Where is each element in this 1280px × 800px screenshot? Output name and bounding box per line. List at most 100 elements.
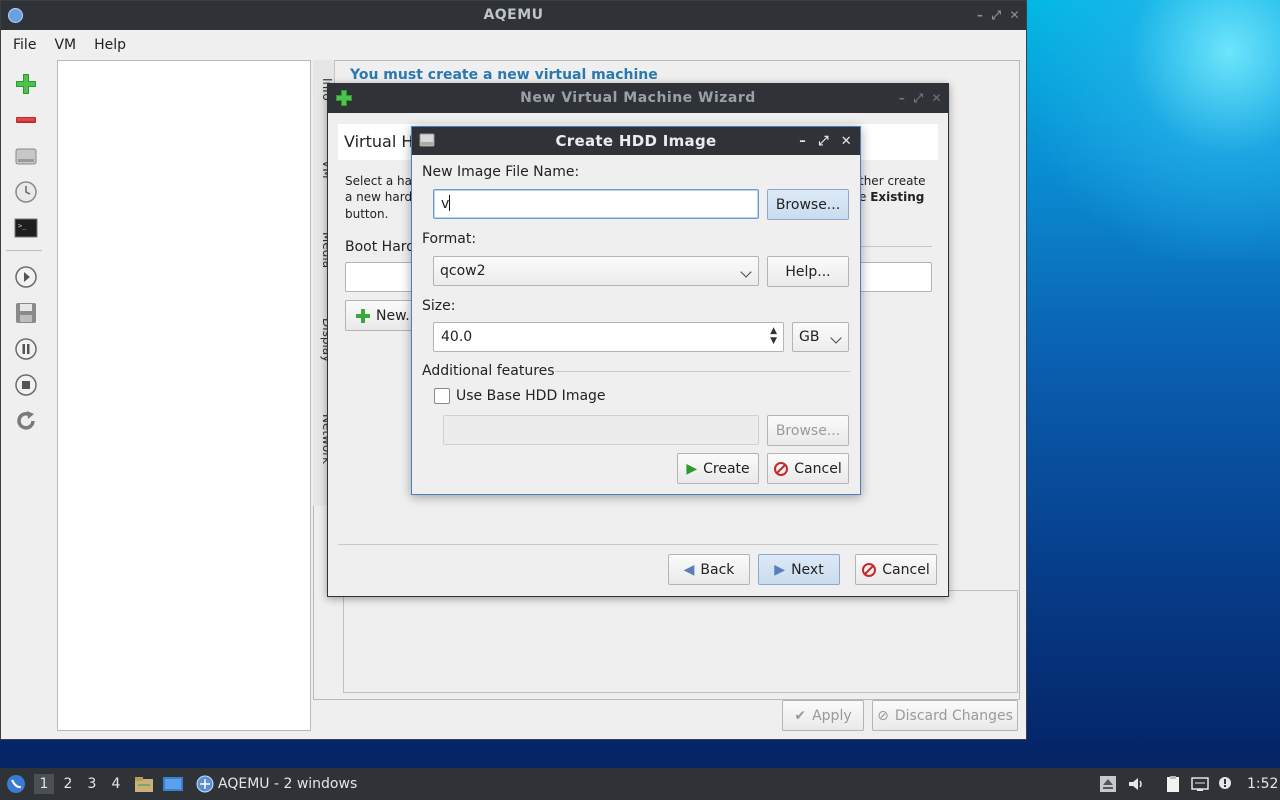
text-cursor bbox=[449, 195, 451, 211]
add-vm-icon[interactable] bbox=[12, 70, 40, 98]
wizard-minimize-icon[interactable]: – bbox=[899, 84, 906, 113]
menu-vm[interactable]: VM bbox=[48, 37, 88, 53]
main-titlebar[interactable]: AQEMU – ⤢ ✕ bbox=[1, 1, 1026, 30]
discard-changes-button[interactable]: ⊘ Discard Changes bbox=[872, 700, 1018, 731]
wizard-close-icon[interactable]: ✕ bbox=[931, 84, 942, 113]
boot-hdd-field-right[interactable] bbox=[859, 262, 932, 292]
size-spinbox[interactable]: 40.0 ▲ ▼ bbox=[433, 322, 784, 352]
taskbar: 1 2 3 4 AQEMU - 2 windows 1:52 bbox=[0, 768, 1280, 800]
close-icon[interactable]: ✕ bbox=[1009, 1, 1020, 30]
new-plus-icon bbox=[356, 308, 370, 323]
wizard-next-label: Next bbox=[791, 561, 824, 578]
browse-label: Browse... bbox=[775, 196, 841, 213]
new-hdd-button[interactable]: New... bbox=[345, 300, 420, 331]
aqemu-task-button[interactable]: AQEMU - 2 windows bbox=[218, 768, 357, 800]
size-unit-select[interactable]: GB bbox=[792, 322, 849, 352]
file-manager-icon[interactable] bbox=[134, 775, 154, 793]
pause-icon[interactable] bbox=[12, 335, 40, 363]
show-desktop-icon[interactable] bbox=[162, 775, 184, 793]
aqemu-app-icon bbox=[8, 8, 23, 23]
menu-help[interactable]: Help bbox=[88, 37, 138, 53]
maximize-icon[interactable]: ⤢ bbox=[991, 1, 1001, 30]
volume-icon[interactable] bbox=[1127, 775, 1145, 793]
clipboard-icon[interactable] bbox=[1164, 775, 1182, 793]
dialog-minimize-icon[interactable]: – bbox=[799, 128, 806, 156]
boot-hdd-label: Boot Hard bbox=[345, 239, 416, 255]
remove-vm-icon[interactable] bbox=[12, 106, 40, 134]
dialog-maximize-icon[interactable]: ⤢ bbox=[818, 128, 829, 156]
wizard-next-button[interactable]: ▶ Next bbox=[758, 554, 840, 585]
wizard-title: New Virtual Machine Wizard bbox=[520, 90, 756, 106]
toolbar-separator bbox=[6, 250, 42, 251]
hdd-icon[interactable] bbox=[12, 142, 40, 170]
browse-button[interactable]: Browse... bbox=[767, 189, 849, 220]
dialog-cancel-button[interactable]: Cancel bbox=[767, 453, 849, 484]
clock[interactable]: 1:52 bbox=[1247, 768, 1278, 800]
back-arrow-icon: ◀ bbox=[683, 561, 695, 578]
wizard-back-button[interactable]: ◀ Back bbox=[668, 554, 750, 585]
save-icon[interactable] bbox=[12, 299, 40, 327]
format-label: Format: bbox=[422, 231, 477, 247]
wizard-maximize-icon[interactable]: ⤢ bbox=[913, 84, 923, 113]
desktop-1[interactable]: 1 bbox=[34, 774, 54, 794]
task-label: AQEMU - 2 windows bbox=[218, 776, 358, 792]
next-arrow-icon: ▶ bbox=[774, 561, 786, 578]
apply-label: Apply bbox=[812, 707, 852, 724]
wizard-back-label: Back bbox=[700, 561, 735, 578]
create-vm-message: You must create a new virtual machine bbox=[350, 67, 658, 83]
use-base-hdd-label: Use Base HDD Image bbox=[456, 388, 606, 404]
boot-separator bbox=[859, 246, 932, 247]
use-base-hdd-checkbox[interactable] bbox=[434, 388, 450, 404]
desktop-background bbox=[1028, 0, 1280, 260]
unit-chevron-down-icon bbox=[830, 332, 842, 344]
format-select[interactable]: qcow2 bbox=[433, 256, 759, 286]
start-menu-icon[interactable] bbox=[6, 774, 26, 794]
dialog-title: Create HDD Image bbox=[555, 132, 717, 150]
spin-arrows-icon[interactable]: ▲ ▼ bbox=[770, 326, 777, 346]
file-name-label: New Image File Name: bbox=[422, 164, 580, 180]
svg-text:>_: >_ bbox=[18, 222, 27, 230]
clock-icon[interactable] bbox=[12, 178, 40, 206]
settings-lower-frame bbox=[343, 590, 1018, 693]
create-label: Create bbox=[703, 460, 750, 477]
network-icon[interactable] bbox=[1191, 775, 1209, 793]
desktop-4[interactable]: 4 bbox=[106, 774, 126, 794]
desktop-3[interactable]: 3 bbox=[82, 774, 102, 794]
create-button[interactable]: ▶ Create bbox=[677, 453, 759, 484]
wizard-cancel-label: Cancel bbox=[882, 561, 930, 578]
wizard-titlebar[interactable]: New Virtual Machine Wizard – ⤢ ✕ bbox=[328, 84, 948, 113]
reset-icon[interactable] bbox=[12, 407, 40, 435]
file-name-value: v bbox=[441, 196, 450, 212]
play-icon[interactable] bbox=[12, 263, 40, 291]
play-green-icon: ▶ bbox=[686, 460, 698, 477]
aqemu-task-icon bbox=[196, 775, 214, 793]
minimize-icon[interactable]: – bbox=[977, 1, 984, 30]
format-value: qcow2 bbox=[440, 263, 486, 279]
chevron-down-icon bbox=[740, 266, 752, 278]
size-label: Size: bbox=[422, 298, 456, 314]
base-hdd-path-input[interactable] bbox=[443, 415, 759, 445]
update-notifier-icon[interactable] bbox=[1217, 775, 1235, 793]
eject-icon[interactable] bbox=[1099, 775, 1117, 793]
terminal-icon[interactable]: >_ bbox=[12, 214, 40, 242]
wizard-desc-left-1: Select a har bbox=[345, 174, 417, 188]
boot-hdd-field-left[interactable] bbox=[345, 262, 415, 292]
vm-list[interactable] bbox=[57, 60, 311, 731]
desktop-2[interactable]: 2 bbox=[58, 774, 78, 794]
additional-features-label: Additional features bbox=[422, 363, 555, 379]
dialog-close-icon[interactable]: ✕ bbox=[841, 128, 852, 156]
cancel-icon bbox=[862, 562, 877, 577]
stop-icon[interactable] bbox=[12, 371, 40, 399]
menu-file[interactable]: File bbox=[7, 37, 48, 53]
apply-button[interactable]: ✔ Apply bbox=[782, 700, 864, 731]
file-name-input[interactable]: v bbox=[433, 189, 759, 219]
format-help-button[interactable]: Help... bbox=[767, 256, 849, 287]
dialog-cancel-icon bbox=[774, 461, 789, 476]
base-browse-button[interactable]: Browse... bbox=[767, 415, 849, 446]
wizard-desc-right-1: ther create bbox=[859, 174, 926, 188]
size-unit-value: GB bbox=[799, 329, 820, 345]
wizard-desc-left-2: a new hard bbox=[345, 190, 413, 204]
base-browse-label: Browse... bbox=[775, 422, 841, 439]
dialog-titlebar[interactable]: Create HDD Image – ⤢ ✕ bbox=[412, 127, 860, 155]
wizard-cancel-button[interactable]: Cancel bbox=[855, 554, 937, 585]
